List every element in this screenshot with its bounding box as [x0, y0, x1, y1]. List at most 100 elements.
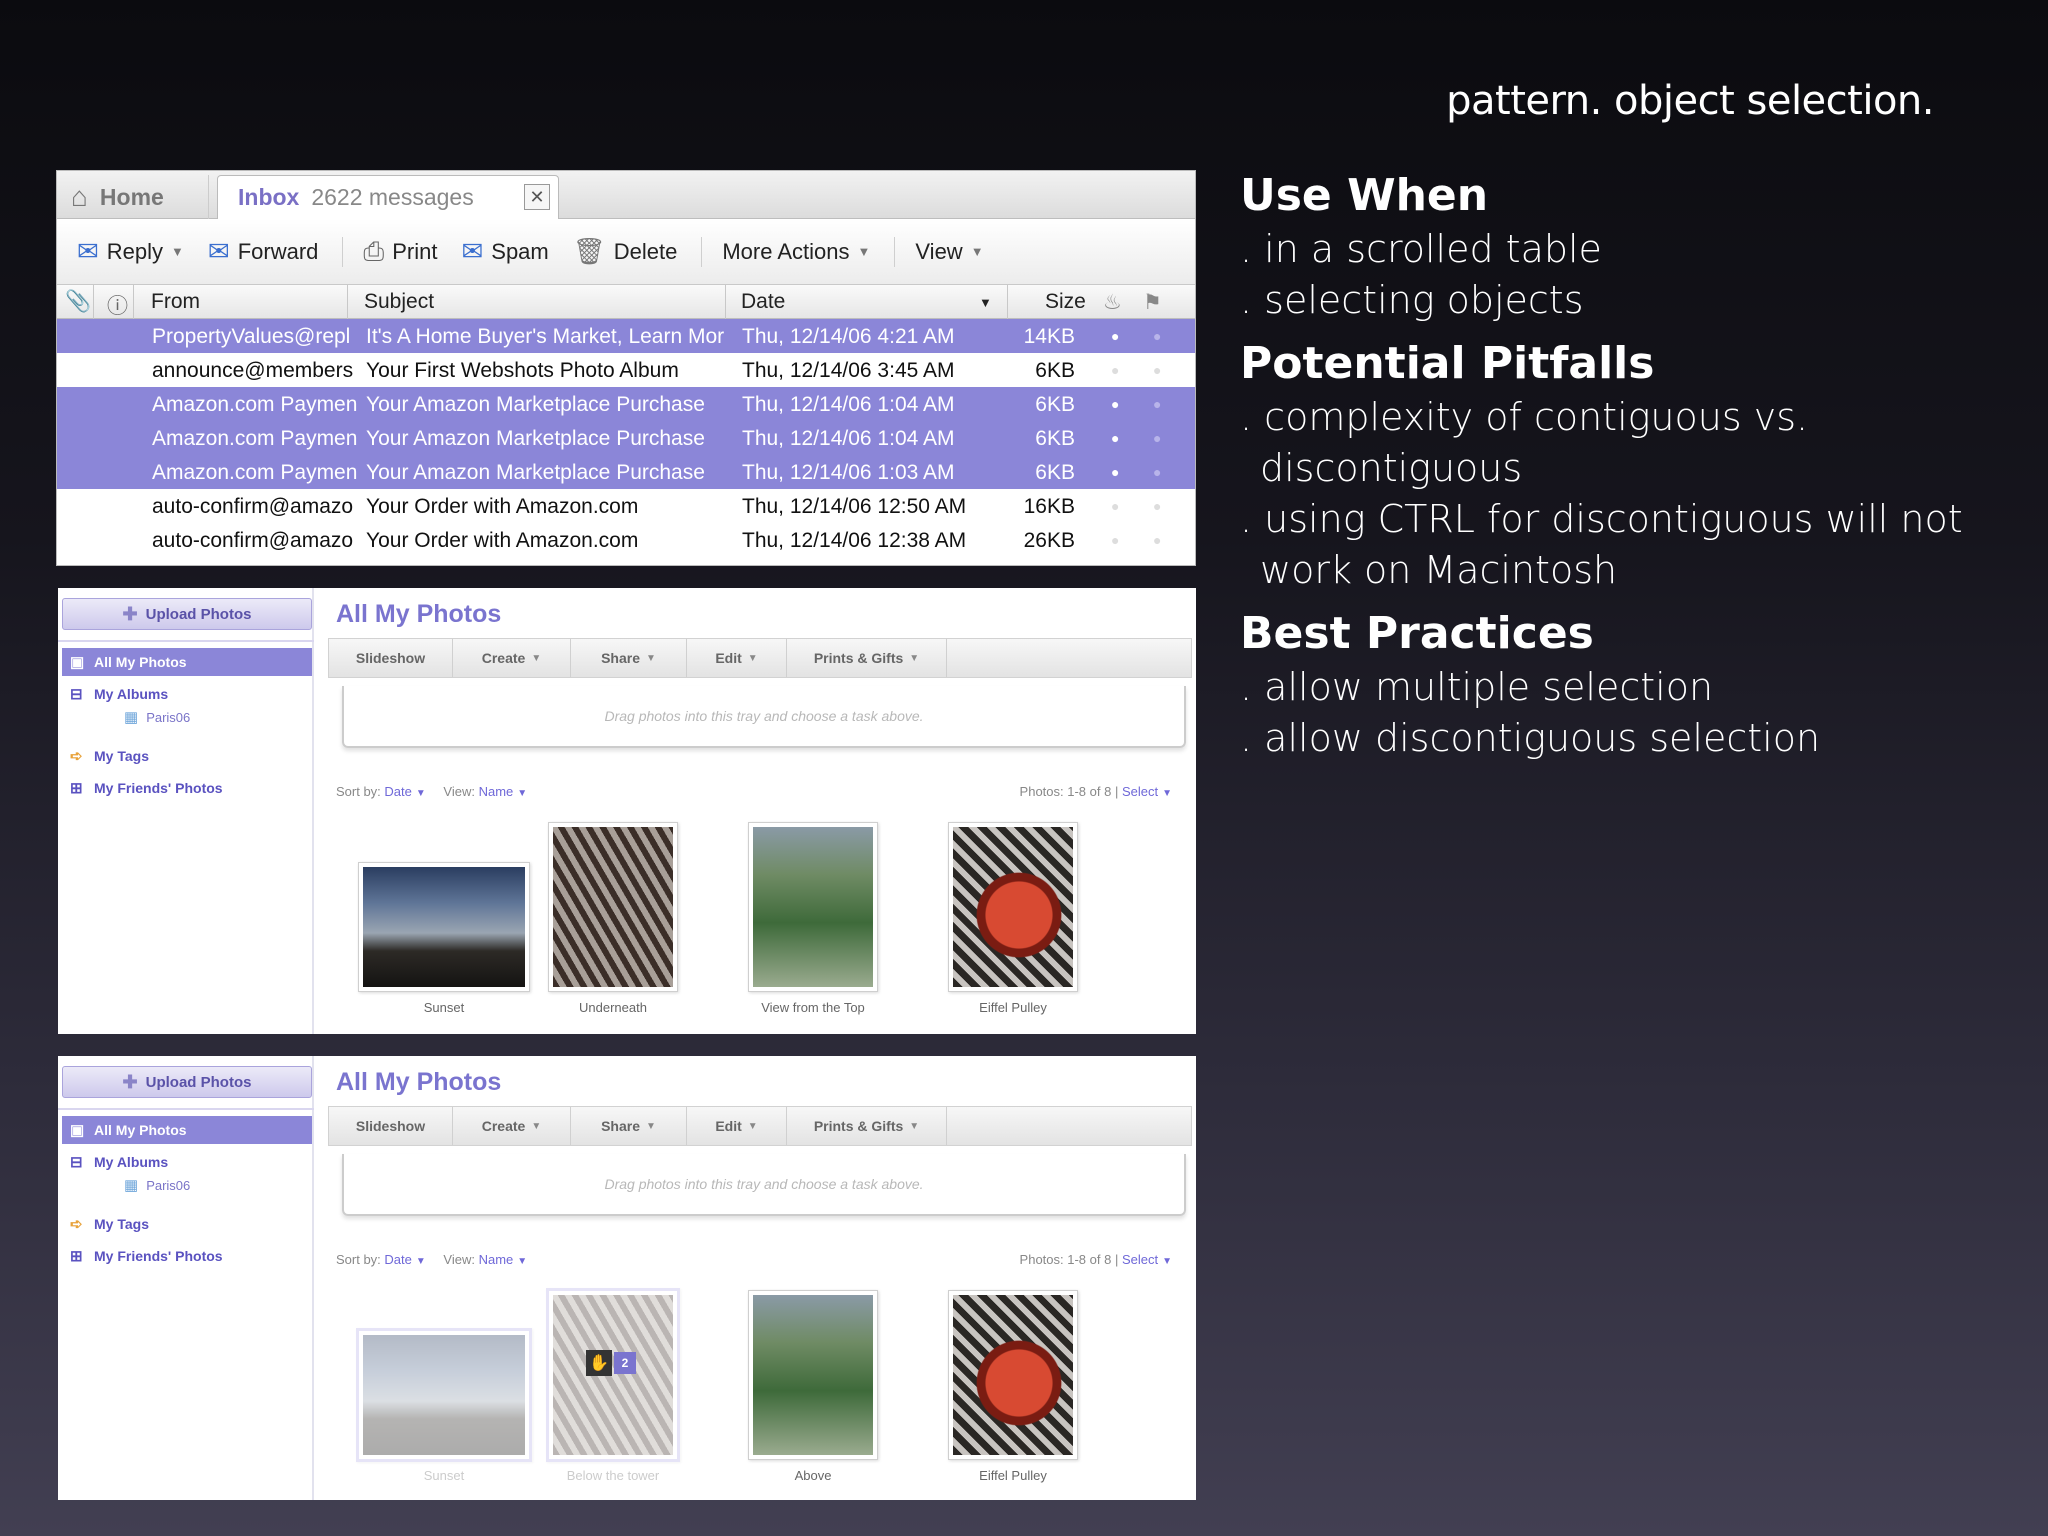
flag-dot-icon[interactable]: ● — [1153, 362, 1161, 378]
notes-best-practices: Best Practices allow multiple selection … — [1240, 606, 2020, 764]
photo-thumb-above[interactable] — [748, 1290, 878, 1460]
photo-thumb-underneath[interactable] — [548, 822, 678, 992]
select-menu[interactable]: Select — [1122, 1252, 1158, 1267]
flag-dot-icon[interactable]: ● — [1153, 498, 1161, 514]
table-row[interactable]: auto-confirm@amazo Your Order with Amazon… — [57, 523, 1195, 557]
expand-icon[interactable]: ⊟ — [70, 1153, 83, 1171]
table-row[interactable]: Amazon.com Paymen Your Amazon Marketplace… — [57, 421, 1195, 455]
column-from[interactable]: From — [151, 290, 200, 314]
table-row[interactable]: PropertyValues@repl It's A Home Buyer's M… — [57, 319, 1195, 353]
flag-dot-icon[interactable]: ● — [1153, 532, 1161, 548]
reply-label: Reply — [106, 238, 164, 264]
expand-icon[interactable]: ⊟ — [70, 685, 83, 703]
photo-tray[interactable]: Drag photos into this tray and choose a … — [342, 1154, 1186, 1216]
flag-dot-icon[interactable]: ● — [1153, 396, 1161, 412]
mail-client: ⌂ Home Inbox 2622 messages ✕ ✉ Reply ▼ ✉… — [56, 170, 1196, 566]
sort-select[interactable]: Date — [384, 1252, 411, 1267]
photo-caption: Underneath — [579, 1000, 647, 1015]
upload-photos-button[interactable]: ✚ Upload Photos — [62, 1066, 312, 1098]
table-row[interactable]: announce@members Your First Webshots Phot… — [57, 353, 1195, 387]
sidebar-item-all-photos[interactable]: ▣ All My Photos — [62, 648, 312, 676]
view-select[interactable]: Name — [479, 1252, 514, 1267]
photo-thumb-sunset-dragging[interactable] — [356, 1328, 532, 1462]
edit-button[interactable]: Edit ▼ — [687, 1107, 787, 1145]
print-button[interactable]: ⎙ Print — [363, 236, 437, 268]
date-cell: Thu, 12/14/06 1:04 AM — [742, 393, 955, 416]
sidebar-item-tags[interactable]: ➪ My Tags — [62, 742, 312, 770]
flag-icon[interactable]: ⚑ — [1143, 290, 1162, 315]
expand-icon[interactable]: ⊞ — [70, 779, 83, 797]
photo-image — [953, 1295, 1073, 1455]
photo-thumb-sunset[interactable] — [358, 862, 530, 992]
photo-tray[interactable]: Drag photos into this tray and choose a … — [342, 686, 1186, 748]
sidebar-item-album-paris[interactable]: ▦ Paris06 — [124, 708, 190, 726]
column-date[interactable]: Date — [741, 290, 785, 314]
create-button[interactable]: Create ▼ — [453, 1107, 571, 1145]
sidebar-item-label: Paris06 — [146, 1177, 191, 1193]
notes-pitfalls: Potential Pitfalls complexity of contigu… — [1240, 336, 2020, 596]
slideshow-button[interactable]: Slideshow — [329, 1107, 453, 1145]
delete-button[interactable]: 🗑 Delete — [573, 236, 678, 267]
sidebar-item-albums[interactable]: ⊟ My Albums — [62, 680, 312, 708]
date-cell: Thu, 12/14/06 1:04 AM — [742, 427, 955, 450]
table-row[interactable]: Amazon.com Paymen Your Amazon Marketplace… — [57, 455, 1195, 489]
notes-item: complexity of contiguous vs. discontiguo… — [1240, 392, 2020, 494]
notes-use-when: Use When in a scrolled table selecting o… — [1240, 168, 2020, 326]
more-actions-button[interactable]: More Actions ▼ — [722, 239, 870, 265]
table-row[interactable]: auto-confirm@amazo Your Order with Amazon… — [57, 489, 1195, 523]
chevron-down-icon: ▼ — [1162, 788, 1172, 799]
sort-select[interactable]: Date — [384, 784, 411, 799]
tab-home[interactable]: ⌂ Home — [57, 175, 209, 219]
sidebar-item-album-paris[interactable]: ▦ Paris06 — [124, 1176, 190, 1194]
sidebar-item-friends-photos[interactable]: ⊞ My Friends' Photos — [62, 774, 312, 802]
photo-thumb-eiffel-pulley[interactable] — [948, 1290, 1078, 1460]
chevron-down-icon[interactable]: ▼ — [171, 244, 184, 259]
notes-item: allow multiple selection — [1240, 662, 2020, 713]
flag-dot-icon[interactable]: ● — [1153, 430, 1161, 446]
close-icon[interactable]: ✕ — [524, 184, 550, 210]
table-row[interactable]: Amazon.com Paymen Your Amazon Marketplace… — [57, 387, 1195, 421]
column-subject[interactable]: Subject — [364, 290, 434, 314]
prints-gifts-button[interactable]: Prints & Gifts ▼ — [787, 639, 947, 677]
from-cell: Amazon.com Paymen — [152, 393, 358, 416]
photo-main: All My Photos Slideshow Create ▼ Share ▼ E… — [324, 1056, 1196, 1500]
date-cell: Thu, 12/14/06 4:21 AM — [742, 325, 955, 348]
expand-icon[interactable]: ⊞ — [70, 1247, 83, 1265]
photo-count: Photos: 1-8 of 8 — [1019, 784, 1112, 799]
photo-thumb-eiffel-pulley[interactable] — [948, 822, 1078, 992]
info-icon[interactable]: ⓘ — [107, 290, 128, 320]
sidebar-item-label: My Tags — [94, 1216, 149, 1232]
reply-button[interactable]: ✉ Reply ▼ — [77, 236, 184, 267]
tray-hint: Drag photos into this tray and choose a … — [604, 708, 924, 724]
sidebar-item-tags[interactable]: ➪ My Tags — [62, 1210, 312, 1238]
view-button[interactable]: View ▼ — [915, 239, 983, 265]
column-divider — [93, 285, 94, 319]
photo-image — [363, 1335, 525, 1455]
edit-button[interactable]: Edit ▼ — [687, 639, 787, 677]
forward-button[interactable]: ✉ Forward — [208, 236, 318, 267]
column-size[interactable]: Size — [1045, 290, 1086, 314]
photo-image — [753, 1295, 873, 1455]
photo-thumb-view-from-top[interactable] — [748, 822, 878, 992]
spam-button[interactable]: ✉ Spam — [461, 236, 548, 267]
forward-label: Forward — [237, 238, 319, 264]
select-menu[interactable]: Select — [1122, 784, 1158, 799]
upload-photos-button[interactable]: ✚ Upload Photos — [62, 598, 312, 630]
tab-inbox[interactable]: Inbox 2622 messages ✕ — [217, 175, 559, 219]
view-select[interactable]: Name — [479, 784, 514, 799]
sidebar-item-friends-photos[interactable]: ⊞ My Friends' Photos — [62, 1242, 312, 1270]
sidebar-item-albums[interactable]: ⊟ My Albums — [62, 1148, 312, 1176]
share-button[interactable]: Share ▼ — [571, 1107, 687, 1145]
sidebar-item-all-photos[interactable]: ▣ All My Photos — [62, 1116, 312, 1144]
create-button[interactable]: Create ▼ — [453, 639, 571, 677]
attachment-icon[interactable]: 📎 — [65, 290, 91, 314]
priority-icon[interactable]: ♨ — [1103, 290, 1122, 315]
prints-gifts-button[interactable]: Prints & Gifts ▼ — [787, 1107, 947, 1145]
share-button[interactable]: Share ▼ — [571, 639, 687, 677]
flag-dot-icon[interactable]: ● — [1153, 328, 1161, 344]
photo-count-and-select: Photos: 1-8 of 8 | Select ▼ — [1020, 1252, 1186, 1267]
tray-hint: Drag photos into this tray and choose a … — [604, 1176, 924, 1192]
chevron-down-icon: ▼ — [531, 1120, 542, 1132]
flag-dot-icon[interactable]: ● — [1153, 464, 1161, 480]
slideshow-button[interactable]: Slideshow — [329, 639, 453, 677]
